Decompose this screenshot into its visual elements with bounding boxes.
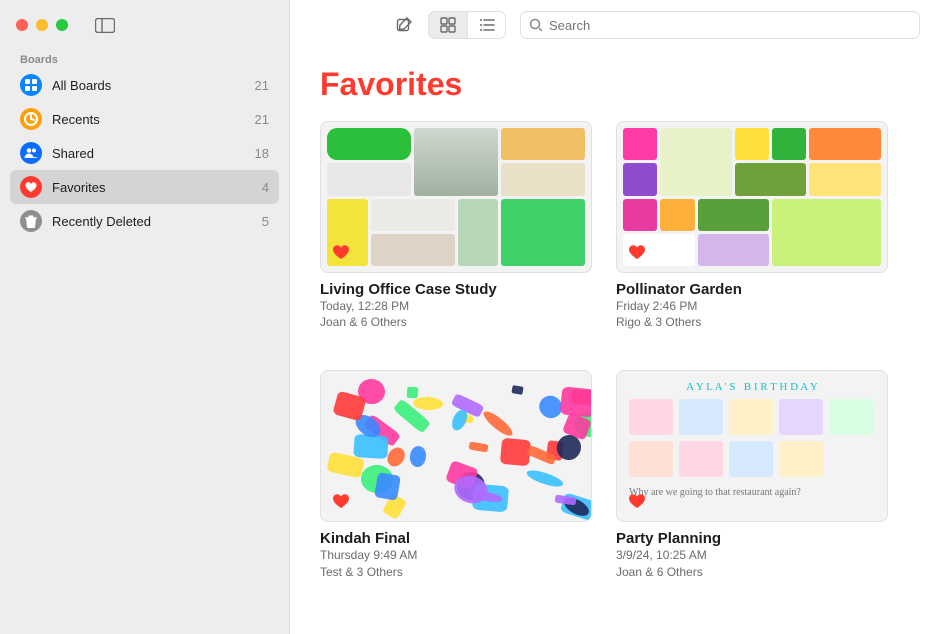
- page-title: Favorites: [320, 66, 902, 103]
- sidebar-item-count: 21: [255, 78, 269, 93]
- sidebar-item-label: All Boards: [52, 78, 111, 93]
- people-icon: [20, 142, 42, 164]
- board-date: 3/9/24, 10:25 AM: [616, 547, 888, 563]
- list-view-button[interactable]: [467, 12, 505, 38]
- grid-view-button[interactable]: [429, 12, 467, 38]
- heart-icon: [628, 493, 646, 509]
- clock-icon: [20, 108, 42, 130]
- sidebar-icon: [95, 18, 115, 33]
- sidebar: Boards All Boards 21 Recents 21 Shared 18 Favo…: [0, 0, 290, 634]
- sidebar-item-label: Recents: [52, 112, 100, 127]
- board-card[interactable]: Kindah FinalThursday 9:49 AMTest & 3 Oth…: [320, 370, 592, 579]
- board-date: Thursday 9:49 AM: [320, 547, 592, 563]
- heart-icon: [20, 176, 42, 198]
- favorite-badge[interactable]: [625, 489, 649, 513]
- grid-icon: [440, 17, 456, 33]
- search-field[interactable]: [520, 11, 920, 39]
- board-thumbnail[interactable]: [320, 370, 592, 522]
- board-title: Pollinator Garden: [616, 281, 888, 298]
- minimize-window-button[interactable]: [36, 19, 48, 31]
- sidebar-item-recents[interactable]: Recents 21: [10, 102, 279, 136]
- traffic-lights: [16, 19, 68, 31]
- sidebar-list: All Boards 21 Recents 21 Shared 18 Favorites 4 R…: [0, 68, 289, 238]
- board-date: Today, 12:28 PM: [320, 298, 592, 314]
- app-window: Boards All Boards 21 Recents 21 Shared 18 Favo…: [0, 0, 932, 634]
- board-card[interactable]: Living Office Case StudyToday, 12:28 PMJ…: [320, 121, 592, 330]
- board-people: Joan & 6 Others: [320, 314, 592, 330]
- heart-icon: [332, 493, 350, 509]
- sidebar-item-label: Shared: [52, 146, 94, 161]
- sidebar-section-label: Boards: [0, 50, 289, 68]
- sidebar-item-favorites[interactable]: Favorites 4: [10, 170, 279, 204]
- sidebar-item-shared[interactable]: Shared 18: [10, 136, 279, 170]
- trash-icon: [20, 210, 42, 232]
- board-card[interactable]: Pollinator GardenFriday 2:46 PMRigo & 3 …: [616, 121, 888, 330]
- sidebar-item-label: Favorites: [52, 180, 105, 195]
- board-thumbnail[interactable]: A Y L A ' S B I R T H D A YWhy are we go…: [616, 370, 888, 522]
- search-input[interactable]: [549, 18, 911, 33]
- list-icon: [479, 18, 495, 32]
- grid-icon: [20, 74, 42, 96]
- close-window-button[interactable]: [16, 19, 28, 31]
- sidebar-item-recently-deleted[interactable]: Recently Deleted 5: [10, 204, 279, 238]
- compose-button[interactable]: [386, 11, 422, 39]
- sidebar-item-count: 18: [255, 146, 269, 161]
- sidebar-item-label: Recently Deleted: [52, 214, 151, 229]
- search-icon: [529, 18, 543, 32]
- compose-icon: [395, 16, 413, 34]
- sidebar-item-count: 21: [255, 112, 269, 127]
- board-people: Test & 3 Others: [320, 564, 592, 580]
- toolbar: [290, 0, 932, 50]
- favorite-badge[interactable]: [625, 240, 649, 264]
- board-title: Kindah Final: [320, 530, 592, 547]
- boards-grid: Living Office Case StudyToday, 12:28 PMJ…: [320, 121, 902, 580]
- board-thumbnail[interactable]: [320, 121, 592, 273]
- heart-icon: [628, 244, 646, 260]
- sidebar-item-all-boards[interactable]: All Boards 21: [10, 68, 279, 102]
- heart-icon: [332, 244, 350, 260]
- board-people: Joan & 6 Others: [616, 564, 888, 580]
- main-area: Favorites Living Office Case StudyToday,…: [290, 0, 932, 634]
- sidebar-toggle-button[interactable]: [88, 12, 122, 38]
- board-people: Rigo & 3 Others: [616, 314, 888, 330]
- board-card[interactable]: A Y L A ' S B I R T H D A YWhy are we go…: [616, 370, 888, 579]
- titlebar-left: [0, 0, 289, 50]
- favorite-badge[interactable]: [329, 489, 353, 513]
- favorite-badge[interactable]: [329, 240, 353, 264]
- zoom-window-button[interactable]: [56, 19, 68, 31]
- board-title: Living Office Case Study: [320, 281, 592, 298]
- sidebar-item-count: 5: [262, 214, 269, 229]
- view-switcher: [428, 11, 506, 39]
- board-date: Friday 2:46 PM: [616, 298, 888, 314]
- sidebar-item-count: 4: [262, 180, 269, 195]
- board-title: Party Planning: [616, 530, 888, 547]
- content-area: Favorites Living Office Case StudyToday,…: [290, 50, 932, 634]
- board-thumbnail[interactable]: [616, 121, 888, 273]
